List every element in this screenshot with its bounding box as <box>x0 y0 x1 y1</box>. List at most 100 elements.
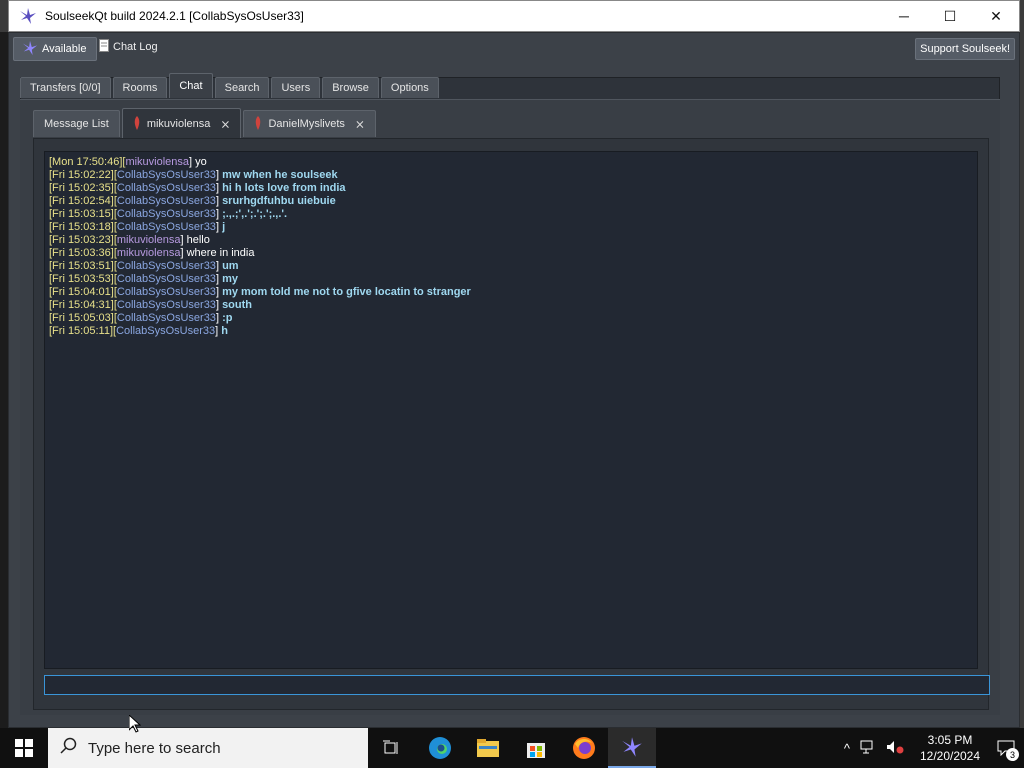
message-text: yo <box>195 156 207 168</box>
message-timestamp: [Fri 15:04:31] <box>49 299 114 311</box>
search-placeholder: Type here to search <box>88 739 221 757</box>
microsoft-store-icon[interactable] <box>512 728 560 768</box>
message-username[interactable]: CollabSysOsUser33 <box>117 169 216 181</box>
chat-message: [Fri 15:03:51][CollabSysOsUser33] um <box>49 260 239 272</box>
taskbar-search-box[interactable]: Type here to search <box>48 728 368 768</box>
message-timestamp: [Fri 15:03:23] <box>49 234 114 246</box>
message-text: um <box>222 260 239 272</box>
clock-date: 12/20/2024 <box>919 749 981 763</box>
network-icon[interactable] <box>860 740 876 757</box>
firefox-icon[interactable] <box>560 728 608 768</box>
message-timestamp: [Fri 15:05:03] <box>49 312 114 324</box>
start-button[interactable] <box>0 728 48 768</box>
message-username[interactable]: CollabSysOsUser33 <box>117 208 216 220</box>
tab-chat[interactable]: Chat <box>169 73 213 98</box>
message-timestamp: [Fri 15:03:36] <box>49 247 114 259</box>
tab-search[interactable]: Search <box>214 77 270 98</box>
tab-rooms[interactable]: Rooms <box>112 77 168 98</box>
message-text: j <box>222 221 226 233</box>
chat-area: Message List mikuviolensa ⨯ DanielMysliv… <box>20 99 1000 715</box>
message-timestamp: [Fri 15:03:18] <box>49 221 114 233</box>
message-username[interactable]: CollabSysOsUser33 <box>117 273 216 285</box>
chat-message: [Fri 15:03:15][CollabSysOsUser33] ;.,.;'… <box>49 208 288 220</box>
message-username[interactable]: CollabSysOsUser33 <box>117 299 216 311</box>
app-window: Available Chat Log Support Soulseek! Tra… <box>8 32 1020 728</box>
maximize-button[interactable]: ☐ <box>927 1 973 31</box>
support-soulseek-button[interactable]: Support Soulseek! <box>915 38 1015 60</box>
message-timestamp: [Fri 15:02:35] <box>49 182 114 194</box>
chat-message: [Fri 15:02:54][CollabSysOsUser33] srurhg… <box>49 195 336 207</box>
message-username[interactable]: CollabSysOsUser33 <box>116 325 215 337</box>
tab-message-list[interactable]: Message List <box>33 110 120 137</box>
message-timestamp: [Fri 15:03:51] <box>49 260 114 272</box>
tab-transfers[interactable]: Transfers [0/0] <box>20 77 111 98</box>
message-timestamp: [Fri 15:02:54] <box>49 195 114 207</box>
message-text: south <box>222 299 253 311</box>
message-text: my <box>222 273 238 285</box>
close-tab-icon[interactable]: ⨯ <box>355 117 365 131</box>
chat-panel: [Mon 17:50:46][mikuviolensa] yo [Fri 15:0… <box>33 138 990 710</box>
conversation-label: mikuviolensa <box>146 118 211 130</box>
message-username[interactable]: CollabSysOsUser33 <box>117 195 216 207</box>
chat-message: [Fri 15:02:35][CollabSysOsUser33] hi h l… <box>49 182 346 194</box>
chat-message: [Mon 17:50:46][mikuviolensa] yo <box>49 156 207 168</box>
action-center-button[interactable]: 3 <box>988 728 1024 768</box>
volume-muted-icon[interactable] <box>886 740 904 757</box>
message-username[interactable]: CollabSysOsUser33 <box>117 286 216 298</box>
message-username[interactable]: CollabSysOsUser33 <box>117 182 216 194</box>
main-tabs: Transfers [0/0] Rooms Chat Search Users … <box>20 73 441 99</box>
message-username[interactable]: CollabSysOsUser33 <box>117 221 216 233</box>
message-timestamp: [Fri 15:03:15] <box>49 208 114 220</box>
message-username[interactable]: CollabSysOsUser33 <box>117 260 216 272</box>
tab-users[interactable]: Users <box>271 77 321 98</box>
chat-message: [Fri 15:04:01][CollabSysOsUser33] my mom… <box>49 286 471 298</box>
chat-message: [Fri 15:03:23][mikuviolensa] hello <box>49 234 210 246</box>
tab-browse[interactable]: Browse <box>322 77 379 98</box>
status-label: Available <box>42 43 87 55</box>
tab-conversation-mikuviolensa[interactable]: mikuviolensa ⨯ <box>121 108 242 139</box>
soulseek-bird-icon <box>17 5 39 27</box>
chat-message: [Fri 15:03:36][mikuviolensa] where in in… <box>49 247 255 259</box>
chat-message: [Fri 15:02:22][CollabSysOsUser33] mw whe… <box>49 169 338 181</box>
message-username[interactable]: CollabSysOsUser33 <box>117 312 216 324</box>
notification-count: 3 <box>1006 748 1019 761</box>
user-status-icon <box>254 115 262 133</box>
task-view-icon[interactable] <box>368 728 416 768</box>
edge-browser-icon[interactable] <box>416 728 464 768</box>
conversation-label: DanielMyslivets <box>268 118 345 130</box>
chat-message: [Fri 15:04:31][CollabSysOsUser33] south <box>49 299 253 311</box>
message-text: where in india <box>186 247 255 259</box>
message-text: hi h lots love from india <box>222 182 346 194</box>
tab-options[interactable]: Options <box>380 77 439 98</box>
clock[interactable]: 3:05 PM 12/20/2024 <box>912 732 988 764</box>
message-text: ;.,.;',.';.';.';.,.'. <box>222 208 288 220</box>
chat-log[interactable]: [Mon 17:50:46][mikuviolensa] yo [Fri 15:0… <box>44 151 978 669</box>
chat-message: [Fri 15:03:18][CollabSysOsUser33] j <box>49 221 226 233</box>
chevron-up-icon[interactable]: ^ <box>844 741 850 756</box>
tab-conversation-danielmyslivets[interactable]: DanielMyslivets ⨯ <box>243 110 376 137</box>
window-title: SoulseekQt build 2024.2.1 [CollabSysOsUs… <box>45 9 304 23</box>
document-icon <box>99 39 109 55</box>
status-available-button[interactable]: Available <box>13 37 98 61</box>
message-text: srurhgdfuhbu uiebuie <box>222 195 336 207</box>
minimize-button[interactable]: ─ <box>881 1 927 31</box>
message-username[interactable]: mikuviolensa <box>117 234 181 246</box>
message-username[interactable]: mikuviolensa <box>117 247 181 259</box>
system-tray: ^ 3:05 PM 12/20/2024 3 <box>836 728 1024 768</box>
windows-logo-icon <box>15 739 33 757</box>
chat-message-input[interactable] <box>44 675 990 695</box>
chat-message: [Fri 15:05:03][CollabSysOsUser33] :p <box>49 312 233 324</box>
soulseek-taskbar-icon[interactable] <box>608 728 656 768</box>
chat-log-button[interactable]: Chat Log <box>99 39 158 55</box>
desktop-edge <box>0 32 8 728</box>
close-button[interactable]: ✕ <box>973 1 1019 31</box>
chat-subtabs: Message List mikuviolensa ⨯ DanielMysliv… <box>33 108 378 139</box>
close-tab-icon[interactable]: ⨯ <box>220 117 230 131</box>
file-explorer-icon[interactable] <box>464 728 512 768</box>
message-text: my mom told me not to gfive locatin to s… <box>222 286 471 298</box>
message-timestamp: [Fri 15:02:22] <box>49 169 114 181</box>
message-text: mw when he soulseek <box>222 169 338 181</box>
toolbar: Available Chat Log Support Soulseek! <box>13 37 1015 61</box>
message-timestamp: [Mon 17:50:46] <box>49 156 123 168</box>
message-username[interactable]: mikuviolensa <box>125 156 189 168</box>
